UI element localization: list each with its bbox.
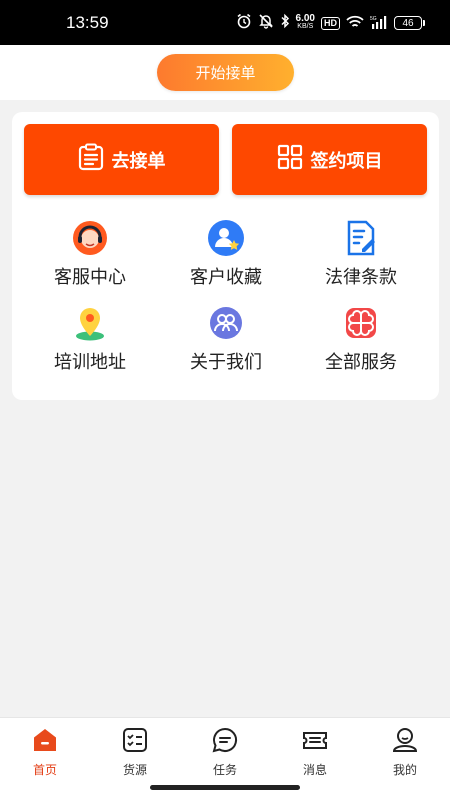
bluetooth-icon — [280, 13, 290, 33]
training-address-item[interactable]: 培训地址 — [20, 304, 160, 374]
nav-supply-label: 货源 — [122, 763, 147, 777]
training-address-label: 培训地址 — [54, 352, 126, 373]
checklist-icon — [121, 726, 149, 758]
customer-favorite-icon — [207, 219, 245, 257]
nav-home[interactable]: 首页 — [15, 726, 75, 778]
start-taking-orders-button[interactable]: 开始接单 — [157, 54, 294, 91]
legal-terms-item[interactable]: 法律条款 — [291, 219, 431, 289]
nav-messages[interactable]: 消息 — [285, 726, 345, 778]
grid-squares-icon — [277, 144, 303, 175]
signal-icon: 5G — [370, 14, 388, 33]
nav-messages-label: 消息 — [302, 763, 327, 777]
about-us-label: 关于我们 — [190, 352, 262, 373]
nav-supply[interactable]: 货源 — [105, 726, 165, 778]
nav-mine-label: 我的 — [392, 763, 417, 777]
clipboard-list-icon — [78, 143, 104, 176]
signed-projects-label: 签约项目 — [310, 150, 383, 172]
wifi-icon — [346, 14, 364, 33]
customer-favorites-label: 客户收藏 — [190, 267, 262, 288]
status-bar: 13:59 6.00 KB/S HD 5G 46 — [0, 0, 450, 45]
take-orders-label: 去接单 — [111, 150, 166, 172]
network-speed: 6.00 KB/S — [295, 13, 315, 31]
home-icon — [31, 726, 59, 758]
nav-tasks[interactable]: 任务 — [195, 726, 255, 778]
nav-home-label: 首页 — [32, 763, 57, 777]
ticket-icon — [301, 726, 329, 758]
battery-indicator: 46 — [394, 16, 425, 30]
top-header: 开始接单 — [0, 45, 450, 100]
svg-text:5G: 5G — [370, 16, 377, 22]
legal-document-icon — [342, 219, 380, 257]
alarm-icon — [236, 13, 252, 33]
location-pin-icon — [71, 304, 109, 342]
legal-terms-label: 法律条款 — [325, 267, 397, 288]
customer-service-center-item[interactable]: 客服中心 — [20, 219, 160, 289]
chat-bubble-icon — [211, 726, 239, 758]
all-services-label: 全部服务 — [325, 352, 397, 373]
nav-tasks-label: 任务 — [212, 763, 237, 777]
main-card: 去接单 签约项目 客服中心 客户收藏 法律条款 培训地址 关于我们 全部服务 — [12, 112, 439, 400]
customer-service-label: 客服中心 — [54, 267, 126, 288]
profile-icon — [391, 726, 419, 758]
all-services-icon — [342, 304, 380, 342]
about-us-item[interactable]: 关于我们 — [156, 304, 296, 374]
customer-service-icon — [71, 219, 109, 257]
home-indicator-bar[interactable] — [150, 785, 300, 790]
take-orders-button[interactable]: 去接单 — [24, 124, 219, 195]
status-time: 13:59 — [66, 13, 109, 32]
hd-badge: HD — [321, 16, 340, 30]
customer-favorites-item[interactable]: 客户收藏 — [156, 219, 296, 289]
signed-projects-button[interactable]: 签约项目 — [232, 124, 427, 195]
about-us-icon — [207, 304, 245, 342]
nav-mine[interactable]: 我的 — [375, 726, 435, 778]
status-icons: 6.00 KB/S HD 5G 46 — [236, 12, 425, 34]
mute-bell-icon — [258, 13, 274, 33]
all-services-item[interactable]: 全部服务 — [291, 304, 431, 374]
